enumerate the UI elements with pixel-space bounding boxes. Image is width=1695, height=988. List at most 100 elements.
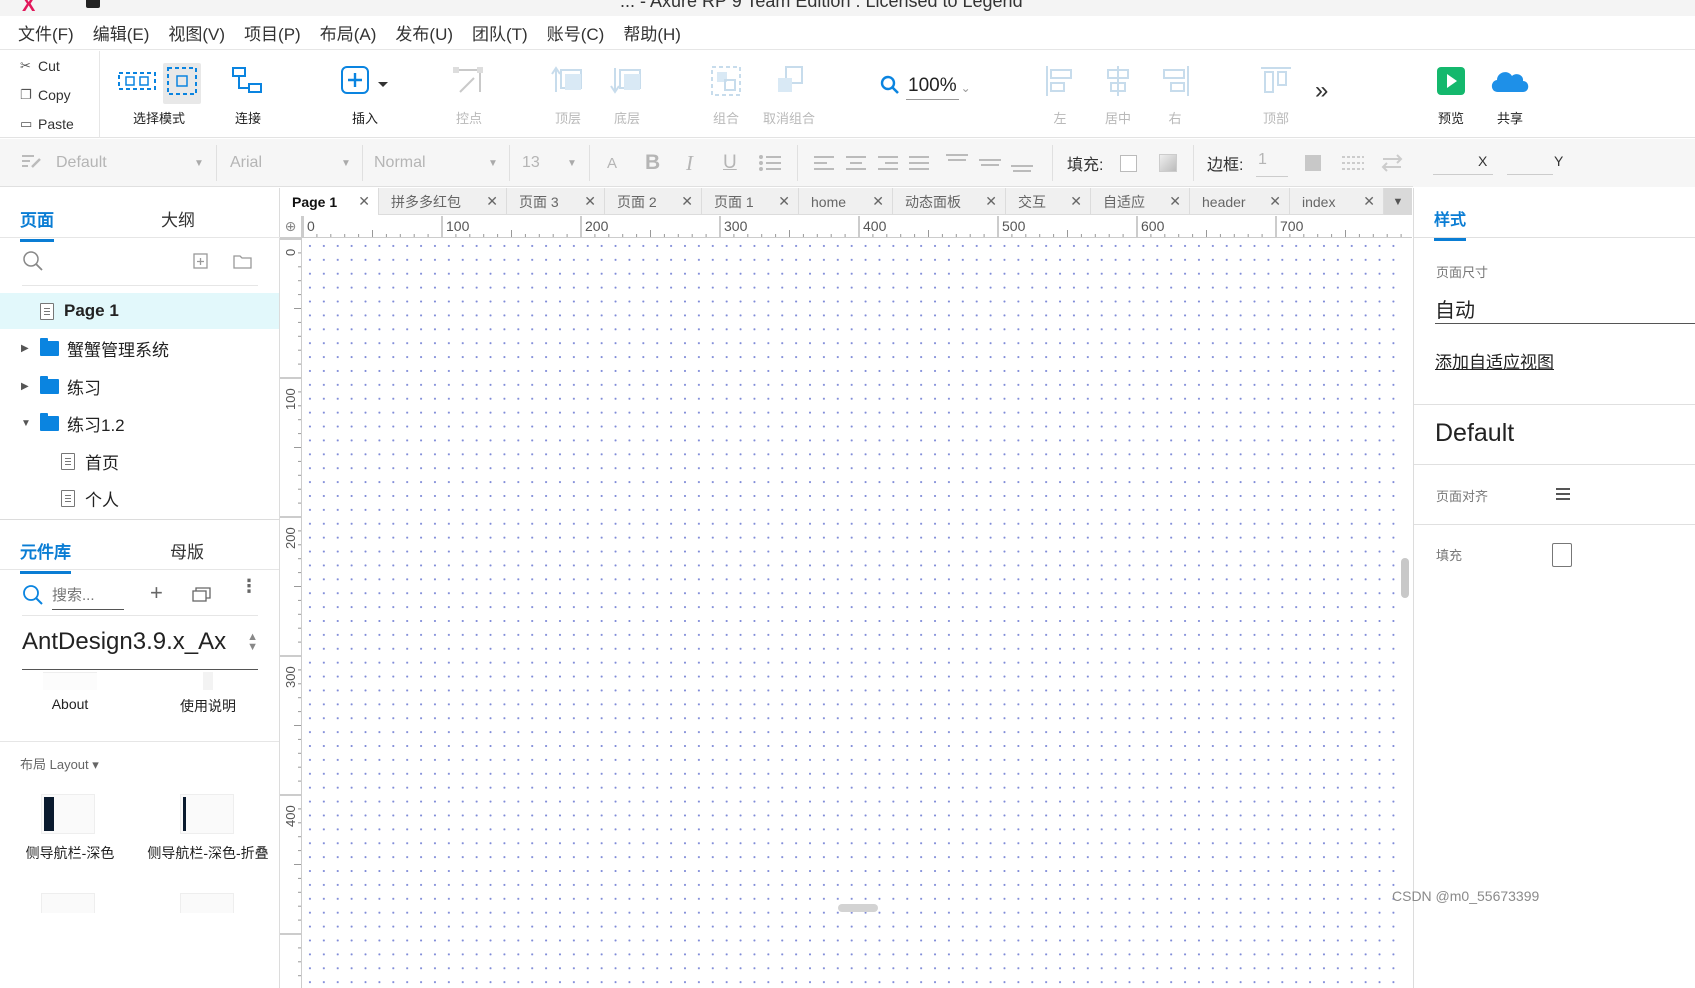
default-style-value[interactable]: Default [1435, 419, 1514, 448]
underline-icon[interactable]: U [723, 139, 737, 187]
more-menu-icon[interactable]: ⋮ [240, 577, 258, 595]
close-icon[interactable]: ✕ [358, 193, 370, 210]
insert-button[interactable]: 插入 [340, 63, 390, 127]
zoom-control[interactable]: 100% ⌄ [880, 75, 971, 100]
font-size-select[interactable]: 13 [522, 139, 540, 187]
border-width-input[interactable]: 1 [1256, 143, 1288, 177]
folder-item-practice-1-2[interactable]: ▼ 练习1.2 [0, 405, 279, 441]
point-button[interactable]: 控点 [452, 63, 486, 127]
page-item-personal[interactable]: 个人 [0, 480, 279, 516]
group-button[interactable]: 组合 [709, 63, 743, 127]
cut-button[interactable]: ✂ Cut [0, 51, 99, 80]
font-color-icon[interactable]: A [607, 139, 617, 187]
font-size-dropdown-icon[interactable]: ▼ [567, 158, 577, 169]
page-item-page-1[interactable]: Page 1 [0, 293, 279, 329]
top-layer-button[interactable]: 顶层 [551, 63, 585, 127]
paste-button[interactable]: ▭ Paste [0, 109, 99, 138]
library-thumbnail[interactable] [180, 893, 234, 913]
more-tools-icon[interactable]: » [1315, 77, 1328, 105]
doc-tab[interactable]: header ✕ [1190, 188, 1290, 215]
connect-button[interactable]: 连接 [231, 63, 265, 127]
canvas-grid[interactable] [303, 239, 1403, 988]
search-icon[interactable] [22, 250, 44, 277]
doc-tab[interactable]: 页面 2 ✕ [605, 188, 702, 215]
italic-icon[interactable]: I [686, 139, 693, 187]
library-thumbnail[interactable] [41, 893, 95, 913]
menu-team[interactable]: 团队(T) [472, 20, 528, 45]
close-icon[interactable]: ✕ [872, 193, 884, 210]
menu-publish[interactable]: 发布(U) [395, 20, 453, 45]
menu-project[interactable]: 项目(P) [244, 20, 301, 45]
y-input[interactable] [1507, 147, 1553, 175]
align-top-button[interactable]: 顶部 [1259, 63, 1293, 127]
menu-view[interactable]: 视图(V) [168, 20, 225, 45]
doc-tab[interactable]: 自适应 ✕ [1091, 188, 1190, 215]
tab-pages[interactable]: 页面 [20, 206, 54, 242]
style-select[interactable]: Default [20, 139, 107, 187]
bold-icon[interactable]: B [645, 139, 660, 187]
updown-arrows-icon[interactable]: ▲ ▼ [247, 632, 258, 653]
doc-tab[interactable]: 交互 ✕ [1006, 188, 1091, 215]
doc-tab[interactable]: index ✕ [1290, 188, 1384, 215]
align-center-button[interactable]: 居中 [1101, 63, 1135, 127]
valign-middle-icon[interactable] [978, 139, 1002, 187]
close-icon[interactable]: ✕ [778, 193, 790, 210]
tab-outline[interactable]: 大纲 [161, 206, 195, 231]
zoom-dropdown-icon[interactable]: ⌄ [961, 81, 971, 95]
share-button[interactable]: 共享 [1488, 63, 1532, 127]
doc-tab[interactable]: home ✕ [799, 188, 893, 215]
add-library-icon[interactable]: + [150, 580, 163, 606]
folder-item-practice[interactable]: ▶ 练习 [0, 368, 279, 404]
close-icon[interactable]: ✕ [985, 193, 997, 210]
add-adaptive-view-link[interactable]: 添加自适应视图 [1435, 348, 1554, 373]
preview-button[interactable]: 预览 [1436, 63, 1466, 127]
library-item-usage[interactable]: 使用说明 [176, 672, 240, 716]
menu-arrange[interactable]: 布局(A) [320, 20, 377, 45]
tab-library[interactable]: 元件库 [20, 538, 71, 574]
tab-style[interactable]: 样式 [1434, 206, 1467, 241]
border-style-icon[interactable] [1341, 139, 1365, 187]
crosshair-icon[interactable]: ⊕ [280, 216, 302, 238]
select-mode-button[interactable]: 选择模式 [117, 62, 201, 127]
align-text-right-icon[interactable] [877, 139, 899, 187]
zoom-value[interactable]: 100% [906, 75, 959, 100]
horizontal-scrollbar[interactable] [838, 904, 878, 912]
copy-button[interactable]: ❐ Copy [0, 80, 99, 109]
menu-edit[interactable]: 编辑(E) [93, 20, 150, 45]
fill-shadow-swatch[interactable] [1159, 139, 1177, 187]
fill-color-swatch[interactable] [1552, 543, 1572, 567]
valign-top-icon[interactable] [945, 139, 969, 187]
add-folder-icon[interactable] [232, 252, 254, 275]
doc-tab[interactable]: Page 1 ✕ [280, 188, 379, 215]
close-icon[interactable]: ✕ [486, 193, 498, 210]
select-intersect-icon[interactable] [117, 68, 157, 99]
weight-select[interactable]: Normal [374, 139, 426, 187]
close-icon[interactable]: ✕ [584, 193, 596, 210]
align-text-justify-icon[interactable] [908, 139, 930, 187]
close-icon[interactable]: ✕ [1269, 193, 1281, 210]
library-selector[interactable]: AntDesign3.9.x_Ax ▲ ▼ [22, 628, 258, 670]
ungroup-button[interactable]: 取消组合 [763, 63, 815, 127]
valign-bottom-icon[interactable] [1010, 139, 1034, 187]
expand-arrow-icon[interactable]: ▶ [21, 381, 29, 392]
sidenav-dark-thumbnail[interactable] [41, 794, 95, 834]
weight-dropdown-icon[interactable]: ▼ [488, 158, 498, 169]
doc-tab[interactable]: 拼多多红包 ✕ [379, 188, 507, 215]
library-search-input[interactable] [52, 582, 124, 610]
save-icon[interactable] [86, 0, 100, 8]
doc-tab[interactable]: 动态面板 ✕ [893, 188, 1006, 215]
style-dropdown-icon[interactable]: ▼ [194, 158, 204, 169]
align-text-left-icon[interactable] [813, 139, 835, 187]
bullet-list-icon[interactable] [758, 139, 782, 187]
align-text-center-icon[interactable] [845, 139, 867, 187]
select-contain-icon[interactable] [163, 62, 201, 104]
add-page-icon[interactable] [192, 252, 210, 275]
close-icon[interactable]: ✕ [1169, 193, 1181, 210]
tab-list-dropdown-icon[interactable]: ▼ [1384, 188, 1412, 215]
font-dropdown-icon[interactable]: ▼ [341, 158, 351, 169]
library-options-icon[interactable] [192, 586, 212, 607]
library-item-about[interactable]: About [38, 672, 102, 712]
sidenav-dark-collapsed-thumbnail[interactable] [180, 794, 234, 834]
bottom-layer-button[interactable]: 底层 [610, 63, 644, 127]
collapse-arrow-icon[interactable]: ▼ [21, 418, 31, 429]
